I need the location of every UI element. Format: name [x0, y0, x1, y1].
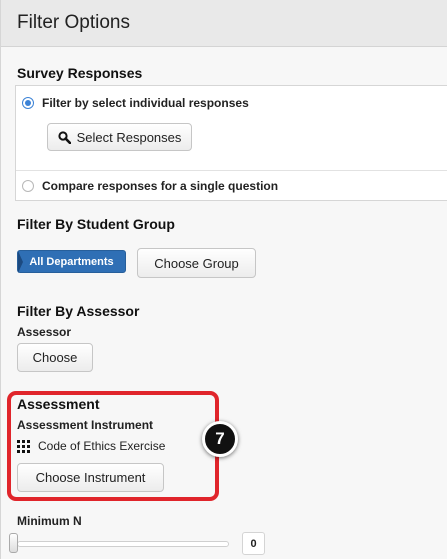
radio-individual-responses-label: Filter by select individual responses: [42, 96, 249, 110]
choose-assessor-label: Choose: [32, 350, 78, 365]
all-departments-label: All Departments: [29, 255, 114, 268]
highlight-box: [7, 391, 219, 501]
radio-individual-responses[interactable]: Filter by select individual responses: [22, 96, 249, 110]
minimum-n-value: 0: [242, 532, 265, 555]
options-divider: [16, 170, 447, 171]
minimum-n-slider-handle[interactable]: [9, 533, 18, 553]
step-number: 7: [215, 429, 225, 448]
student-group-title: Filter By Student Group: [17, 216, 175, 232]
assessor-label: Assessor: [17, 325, 72, 339]
filter-options-panel: Filter Options Survey Responses Filter b…: [0, 0, 447, 559]
survey-responses-title: Survey Responses: [17, 65, 143, 81]
minimum-n-value-text: 0: [250, 537, 257, 550]
radio-compare-question[interactable]: Compare responses for a single question: [22, 179, 278, 193]
panel-title: Filter Options: [17, 12, 130, 33]
choose-group-button[interactable]: Choose Group: [137, 248, 256, 278]
panel-header: Filter Options: [1, 0, 447, 47]
radio-unselected-icon[interactable]: [22, 180, 34, 192]
choose-assessor-button[interactable]: Choose: [17, 343, 93, 372]
all-departments-tag[interactable]: All Departments: [17, 250, 126, 273]
choose-group-label: Choose Group: [154, 255, 239, 271]
minimum-n-slider-track[interactable]: [17, 541, 229, 547]
radio-selected-icon[interactable]: [22, 97, 34, 109]
assessor-title: Filter By Assessor: [17, 303, 140, 319]
search-icon: [58, 130, 71, 144]
survey-responses-options: Filter by select individual responses Se…: [15, 85, 447, 201]
minimum-n-label: Minimum N: [17, 514, 82, 528]
select-responses-button[interactable]: Select Responses: [47, 123, 192, 151]
select-responses-label: Select Responses: [76, 129, 182, 145]
radio-compare-question-label: Compare responses for a single question: [42, 179, 279, 193]
step-number-badge: 7: [202, 421, 238, 457]
